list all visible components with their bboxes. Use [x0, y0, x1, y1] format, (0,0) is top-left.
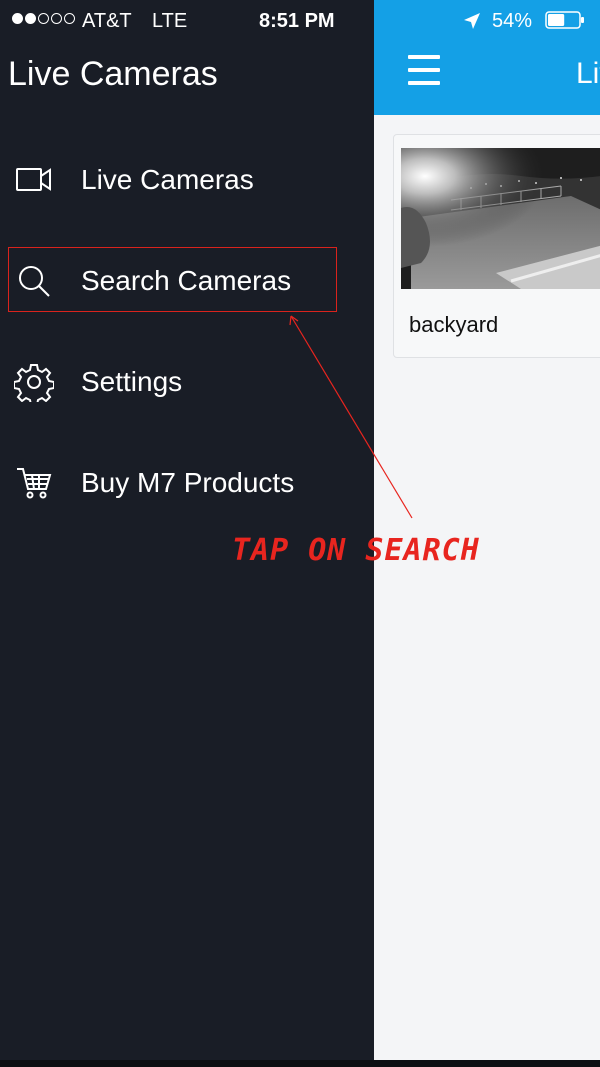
signal-strength-icon	[12, 13, 75, 27]
main-panel: Live Cameras	[374, 0, 600, 1060]
network-type: LTE	[152, 10, 188, 32]
menu-item-label: Search Cameras	[81, 265, 292, 296]
battery-percent: 54%	[492, 10, 533, 32]
location-arrow-icon	[462, 11, 482, 31]
menu-icon[interactable]	[408, 55, 440, 85]
clock: 8:51 PM	[259, 10, 335, 32]
annotation-text: TAP ON SEARCH	[232, 533, 480, 568]
menu-item-label: Settings	[81, 366, 183, 397]
cart-icon	[14, 463, 54, 503]
menu-item-label: Live Cameras	[81, 164, 254, 195]
menu-item-search-cameras[interactable]: Search Cameras	[0, 245, 374, 317]
menu-item-live-cameras[interactable]: Live Cameras	[0, 144, 374, 216]
signal-dot	[25, 13, 36, 24]
camera-thumbnail	[401, 148, 600, 289]
battery-icon	[545, 10, 585, 30]
signal-dot	[64, 13, 75, 24]
carrier-name: AT&T	[82, 10, 132, 32]
video-camera-icon	[14, 160, 54, 200]
page-title: Live Cameras	[576, 57, 600, 90]
menu-item-buy-products[interactable]: Buy M7 Products	[0, 447, 374, 519]
bottom-edge	[0, 1060, 600, 1067]
camera-name: backyard	[409, 312, 499, 337]
menu-item-settings[interactable]: Settings	[0, 346, 374, 418]
signal-dot	[51, 13, 62, 24]
drawer-title: Live Cameras	[8, 55, 218, 93]
signal-dot	[38, 13, 49, 24]
menu-item-label: Buy M7 Products	[81, 467, 295, 498]
app-screen: Live Cameras	[0, 0, 600, 1067]
gear-icon	[13, 362, 55, 406]
search-icon	[14, 261, 54, 301]
signal-dot	[12, 13, 23, 24]
camera-card[interactable]: backyard	[393, 134, 600, 358]
status-bar: AT&T LTE 8:51 PM 54%	[0, 0, 600, 40]
